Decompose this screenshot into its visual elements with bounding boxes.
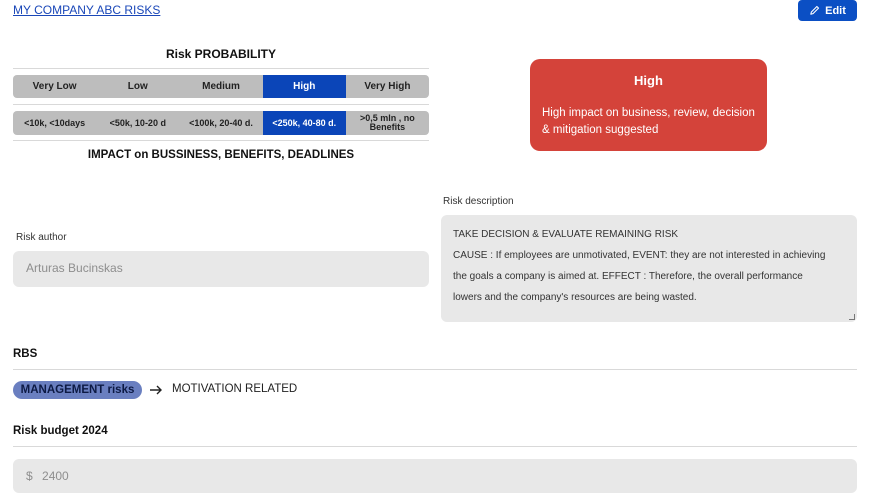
risk-author-label: Risk author bbox=[16, 232, 67, 243]
divider bbox=[13, 369, 857, 370]
risk-description-field[interactable]: TAKE DECISION & EVALUATE REMAINING RISK … bbox=[441, 215, 857, 322]
impact-option-2[interactable]: <50k, 10-20 d bbox=[96, 111, 179, 135]
description-line: TAKE DECISION & EVALUATE REMAINING RISK bbox=[453, 229, 679, 240]
risk-level-text: High impact on business, review, decisio… bbox=[542, 107, 755, 136]
risk-budget-field[interactable]: $ 2400 bbox=[13, 459, 857, 493]
rbs-title: RBS bbox=[13, 348, 38, 360]
impact-selector: <10k, <10days <50k, 10-20 d <100k, 20-40… bbox=[13, 111, 429, 135]
probability-option-low[interactable]: Low bbox=[96, 75, 179, 98]
rbs-category-chip[interactable]: MANAGEMENT risks bbox=[13, 381, 142, 399]
description-line: CAUSE : If employees are unmotivated, EV… bbox=[453, 250, 826, 261]
resize-handle[interactable] bbox=[849, 314, 855, 320]
risk-budget-value: 2400 bbox=[42, 469, 69, 483]
edit-button-label: Edit bbox=[825, 4, 846, 17]
risk-author-value: Arturas Bucinskas bbox=[26, 261, 123, 275]
divider bbox=[13, 446, 857, 447]
edit-button[interactable]: Edit bbox=[798, 0, 857, 21]
impact-option-5[interactable]: >0,5 mln , no Benefits bbox=[346, 111, 429, 135]
risk-level-title: High bbox=[634, 73, 663, 88]
currency-symbol: $ bbox=[26, 469, 33, 483]
risk-level-card: High High impact on business, review, de… bbox=[530, 59, 767, 151]
description-line: lowers and the company's resources are b… bbox=[453, 292, 697, 303]
risk-description-label: Risk description bbox=[443, 196, 514, 207]
description-line: the goals a company is aimed at. EFFECT … bbox=[453, 271, 803, 282]
impact-option-3[interactable]: <100k, 20-40 d. bbox=[179, 111, 262, 135]
impact-option-4[interactable]: <250k, 40-80 d. bbox=[262, 111, 346, 135]
probability-option-very-high[interactable]: Very High bbox=[346, 75, 429, 98]
risk-budget-title: Risk budget 2024 bbox=[13, 425, 108, 437]
pencil-icon bbox=[810, 5, 820, 15]
probability-option-medium[interactable]: Medium bbox=[179, 75, 262, 98]
probability-selector: Very Low Low Medium High Very High bbox=[13, 75, 429, 98]
divider bbox=[13, 68, 429, 69]
probability-option-high[interactable]: High bbox=[262, 75, 346, 98]
risk-author-field[interactable]: Arturas Bucinskas bbox=[13, 251, 429, 287]
probability-title: Risk PROBABILITY bbox=[165, 47, 276, 61]
breadcrumb[interactable]: MY COMPANY ABC RISKS bbox=[13, 3, 160, 17]
divider bbox=[13, 140, 429, 141]
divider bbox=[13, 104, 429, 105]
rbs-subcategory: MOTIVATION RELATED bbox=[172, 383, 298, 395]
arrow-right-icon bbox=[150, 385, 162, 395]
impact-title: IMPACT on BUSSINESS, BENEFITS, DEADLINES bbox=[87, 149, 355, 161]
impact-option-1[interactable]: <10k, <10days bbox=[13, 111, 96, 135]
probability-option-very-low[interactable]: Very Low bbox=[13, 75, 96, 98]
